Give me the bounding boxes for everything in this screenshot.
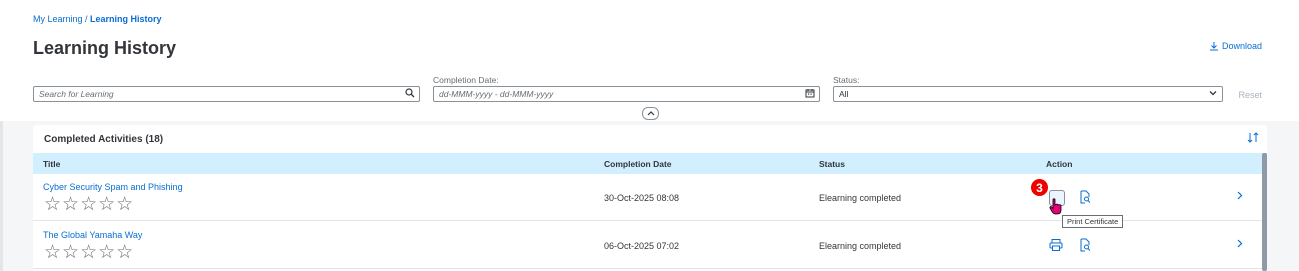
completion-date: 30-Oct-2025 08:08 (604, 193, 680, 203)
page-header (0, 0, 1299, 121)
panel-title: Completed Activities (18) (44, 134, 164, 145)
chevron-right-icon[interactable] (1236, 191, 1243, 203)
print-certificate-tooltip: Print Certificate (1062, 215, 1124, 228)
scrollbar[interactable] (1262, 153, 1267, 271)
reset-button[interactable]: Reset (1238, 90, 1262, 100)
breadcrumb-parent[interactable]: My Learning (33, 14, 83, 24)
search-input[interactable]: Search for Learning (33, 86, 420, 102)
chevron-right-icon[interactable] (1236, 239, 1243, 251)
column-header-completion-date[interactable]: Completion Date (604, 159, 672, 169)
completion-date-placeholder: dd-MMM-yyyy - dd-MMM-yyyy (439, 89, 554, 99)
column-header-title[interactable]: Title (43, 159, 60, 169)
table-row[interactable]: The Global Yamaha Way ☆☆☆☆☆ 06-Oct-2025 … (33, 222, 1267, 269)
step-badge: 3 (1030, 178, 1049, 197)
star-rating[interactable]: ☆☆☆☆☆ (44, 193, 134, 216)
completion-date-label: Completion Date: (433, 75, 499, 85)
status-label: Status: (833, 75, 860, 85)
status-text: Elearning completed (819, 241, 902, 251)
status-select[interactable]: All (833, 86, 1223, 102)
column-header-action[interactable]: Action (1046, 159, 1072, 169)
view-details-icon[interactable] (1078, 190, 1092, 204)
search-placeholder: Search for Learning (39, 89, 114, 99)
download-button[interactable]: Download (1209, 41, 1262, 51)
page-title: Learning History (33, 38, 177, 58)
breadcrumb-separator: / (82, 14, 91, 24)
course-title-link[interactable]: The Global Yamaha Way (43, 230, 142, 240)
status-select-value: All (839, 89, 849, 99)
collapse-filters-button[interactable] (642, 107, 659, 120)
sort-icon[interactable] (1247, 132, 1259, 146)
download-label: Download (1221, 41, 1262, 51)
breadcrumb: My Learning / Learning History (33, 14, 162, 24)
status-text: Elearning completed (819, 193, 902, 203)
table-header: Title Completion Date Status Action (33, 153, 1267, 174)
view-details-icon[interactable] (1078, 238, 1092, 252)
star-rating[interactable]: ☆☆☆☆☆ (44, 241, 134, 264)
download-icon (1209, 42, 1218, 51)
calendar-icon[interactable] (805, 88, 815, 101)
print-certificate-icon[interactable] (1049, 238, 1063, 252)
completion-date-field[interactable]: dd-MMM-yyyy - dd-MMM-yyyy (433, 86, 820, 102)
chevron-up-icon (647, 111, 654, 116)
completion-date: 06-Oct-2025 07:02 (604, 241, 680, 251)
completed-activities-panel: Completed Activities (18) Title Completi… (33, 125, 1267, 271)
column-header-status[interactable]: Status (819, 159, 845, 169)
hand-cursor-icon (1049, 198, 1062, 215)
breadcrumb-current: Learning History (90, 14, 162, 24)
chevron-down-icon[interactable] (1208, 88, 1218, 101)
table-row[interactable]: Cyber Security Spam and Phishing ☆☆☆☆☆ 3… (33, 174, 1267, 221)
search-icon[interactable] (405, 88, 415, 101)
course-title-link[interactable]: Cyber Security Spam and Phishing (43, 182, 183, 192)
